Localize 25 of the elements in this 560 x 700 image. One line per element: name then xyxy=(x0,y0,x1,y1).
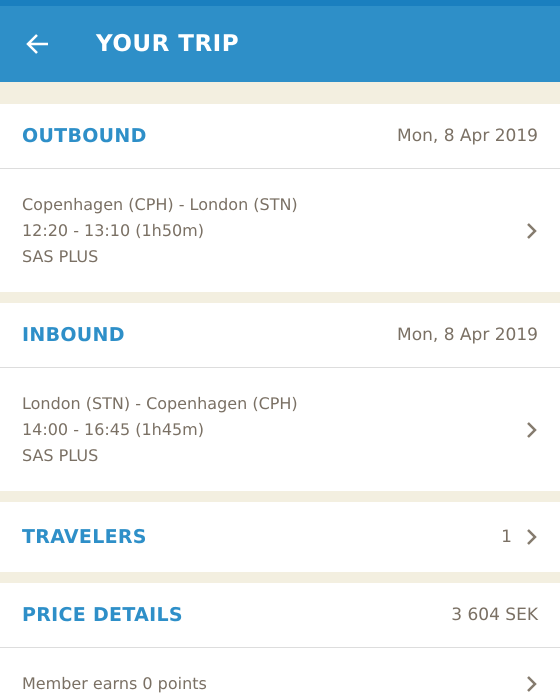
section-value: Mon, 8 Apr 2019 xyxy=(397,126,538,146)
points-text: Member earns 0 points xyxy=(22,673,207,695)
flight-detail: Copenhagen (CPH) - London (STN) xyxy=(22,194,298,216)
section-title: PRICE DETAILS xyxy=(22,604,183,626)
section-title: INBOUND xyxy=(22,324,125,346)
chevron-right-icon xyxy=(526,420,538,438)
flight-detail: SAS PLUS xyxy=(22,246,100,268)
section-value: 1 xyxy=(501,527,512,547)
points-row[interactable]: Member earns 0 points xyxy=(0,647,560,700)
flight-row[interactable]: London (STN) - Copenhagen (CPH) 14:00 - 16:45 (1h45m) SAS PLUS xyxy=(0,367,560,491)
section-value: 3 604 SEK xyxy=(451,605,538,625)
chevron-right-icon xyxy=(526,675,538,693)
section-title: OUTBOUND xyxy=(22,125,147,147)
flight-detail: 14:00 - 16:45 (1h45m) xyxy=(22,418,205,440)
section-title: TRAVELERS xyxy=(22,526,147,548)
flight-detail: 12:20 - 13:10 (1h50m) xyxy=(22,220,205,242)
flight-detail: SAS PLUS xyxy=(22,444,100,466)
back-arrow-icon xyxy=(26,33,50,55)
page-title: YOUR TRIP xyxy=(96,31,240,57)
section-value: Mon, 8 Apr 2019 xyxy=(397,325,538,345)
flight-detail: London (STN) - Copenhagen (CPH) xyxy=(22,392,298,414)
flight-row[interactable]: Copenhagen (CPH) - London (STN) 12:20 - 13:10 (1h50m) SAS PLUS xyxy=(0,168,560,292)
chevron-right-icon xyxy=(526,528,538,546)
chevron-right-icon xyxy=(526,222,538,240)
travelers-card[interactable]: TRAVELERS 1 xyxy=(0,502,560,572)
